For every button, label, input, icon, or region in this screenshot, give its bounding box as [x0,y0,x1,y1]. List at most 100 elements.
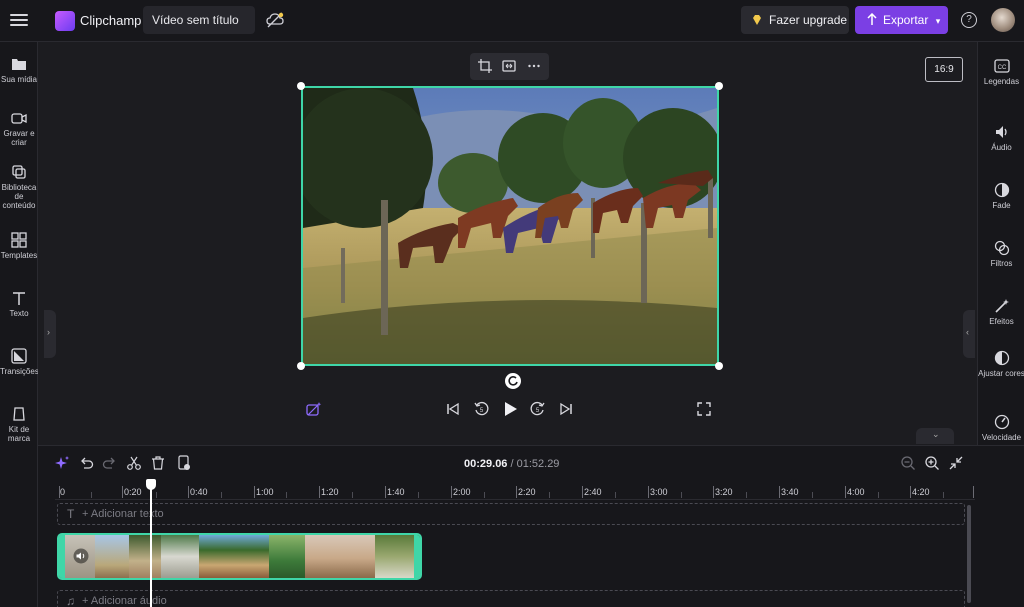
rotate-handle[interactable] [505,373,521,389]
more-options-icon[interactable] [527,59,541,73]
ruler-tick [713,486,714,498]
diamond-icon [753,15,761,25]
property-item-velocidade[interactable]: Velocidade [978,414,1024,442]
zoom-out-icon[interactable] [900,455,916,471]
sidebar-item-templates[interactable]: Templates [0,232,38,260]
property-item-label: Filtros [990,259,1013,268]
sidebar-item-kit-de-marca[interactable]: Kit de marca [0,406,38,443]
rewind-5-icon[interactable]: 5 [473,401,489,417]
clip-trim-handle-right[interactable] [414,535,420,578]
filters-icon [994,240,1009,256]
speedometer-icon [994,414,1009,430]
clipchamp-logo-icon [55,11,75,31]
video-preview[interactable] [301,86,719,366]
ruler-minor-tick [878,492,879,498]
crop-icon[interactable] [478,59,492,73]
clip-audio-icon[interactable] [73,548,89,564]
playhead[interactable] [150,480,152,607]
timeline-ruler[interactable]: 0 0:20 0:40 1:00 1:20 1:40 2:00 2:20 2:4… [55,482,975,500]
ruler-label: 3:00 [650,487,668,497]
property-item-legendas[interactable]: CC Legendas [978,58,1024,86]
contrast-icon [994,350,1009,366]
ruler-minor-tick [352,492,353,498]
expand-timeline-button[interactable]: ⌄ [916,428,954,444]
timeline-scrollbar[interactable] [967,505,971,603]
sidebar-item-texto[interactable]: Texto [0,290,38,318]
text-icon: T [67,507,75,521]
property-item-filtros[interactable]: Filtros [978,240,1024,268]
property-item-label: Legendas [983,77,1020,86]
add-audio-track[interactable]: ♫ + Adicionar áudio [57,590,965,607]
time-readout: 00:29.06 / 01:52.29 [464,458,559,470]
property-item-audio[interactable]: Áudio [978,124,1024,152]
text-icon [13,292,25,305]
collapse-right-panel-button[interactable]: ‹ [963,310,975,358]
aspect-ratio-button[interactable]: 16:9 [925,57,963,82]
delete-icon[interactable] [150,455,166,471]
skip-back-icon[interactable] [445,401,461,417]
fit-timeline-icon[interactable] [948,455,964,471]
upgrade-label: Fazer upgrade [769,13,848,27]
sparkle-icon[interactable] [54,455,70,471]
skip-forward-icon[interactable] [558,401,574,417]
sidebar-item-label: Transições [0,367,39,376]
ruler-tick [648,486,649,498]
fullscreen-icon[interactable] [696,401,712,417]
sidebar-item-biblioteca[interactable]: Biblioteca de conteúdo [0,164,38,210]
ruler-tick [254,486,255,498]
floating-toolbar [470,53,549,80]
clip-thumbnail [129,535,161,578]
ruler-minor-tick [221,492,222,498]
avatar[interactable] [991,8,1015,32]
menu-icon[interactable] [10,11,28,29]
transitions-icon [11,348,27,364]
help-icon[interactable]: ? [961,12,977,28]
forward-5-icon[interactable]: 5 [530,401,546,417]
clipchamp-editor: Clipchamp Vídeo sem título Fazer upgrade… [0,0,1024,607]
resize-handle-bottom-right[interactable] [715,362,723,370]
resize-handle-top-left[interactable] [297,82,305,90]
property-item-ajustar-cores[interactable]: Ajustar cores [978,350,1024,378]
right-sidebar: CC Legendas Áudio Fade Filtros Efeitos A… [977,42,1024,445]
ruler-label: 0:40 [190,487,208,497]
upgrade-button[interactable]: Fazer upgrade [741,6,849,34]
sidebar-item-label: Biblioteca de conteúdo [1,183,37,210]
collapse-left-panel-button[interactable]: › [44,310,56,358]
export-button[interactable]: Exportar ▾ [855,6,948,34]
ruler-label: 3:20 [715,487,733,497]
fit-icon[interactable] [502,59,516,73]
project-title-input[interactable]: Vídeo sem título [143,6,255,34]
play-icon[interactable] [502,401,518,417]
sidebar-item-label: Templates [0,251,38,260]
ruler-label: 0:20 [124,487,142,497]
clip-thumbnail [305,535,375,578]
playhead-handle[interactable] [146,479,156,490]
current-time: 00:29.06 [464,458,508,470]
sidebar-item-sua-midia[interactable]: Sua mídia [0,56,38,84]
property-item-fade[interactable]: Fade [978,182,1024,210]
horses-in-field-image [303,88,717,364]
ruler-minor-tick [549,492,550,498]
add-text-track[interactable]: T + Adicionar texto [57,503,965,525]
property-item-efeitos[interactable]: Efeitos [978,298,1024,326]
zoom-in-icon[interactable] [924,455,940,471]
split-scissors-icon[interactable] [126,455,142,471]
svg-text:5: 5 [536,408,540,414]
ruler-tick [845,486,846,498]
ruler-minor-tick [943,492,944,498]
sidebar-item-transicoes[interactable]: Transições [0,348,39,376]
ruler-minor-tick [484,492,485,498]
ruler-minor-tick [418,492,419,498]
cloud-sync-icon[interactable] [265,10,285,30]
redo-icon[interactable] [102,455,118,471]
sidebar-item-gravar[interactable]: Gravar e criar [0,110,38,147]
magic-edit-icon[interactable] [306,401,322,417]
undo-icon[interactable] [78,455,94,471]
magic-wand-icon [994,299,1009,313]
video-clip[interactable] [57,533,422,580]
sidebar-item-label: Kit de marca [7,425,31,443]
duplicate-icon[interactable] [176,455,192,471]
resize-handle-bottom-left[interactable] [297,362,305,370]
resize-handle-top-right[interactable] [715,82,723,90]
clip-trim-handle-left[interactable] [59,535,65,578]
